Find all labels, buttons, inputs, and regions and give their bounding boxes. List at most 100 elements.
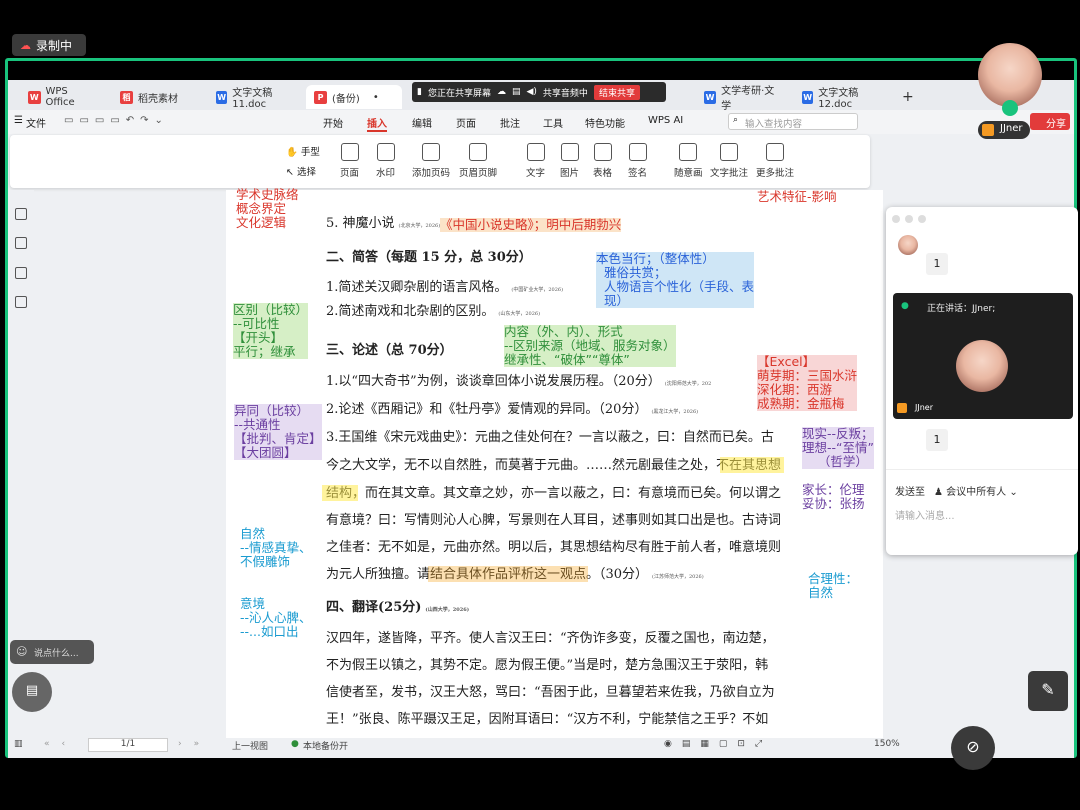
backup-status[interactable]: 本地备份开 [303, 739, 348, 752]
screen-share-bar: ▮ 您正在共享屏幕 ☁ ▤ ◀) 共享音频中 结束共享 [412, 82, 666, 102]
tab-backup[interactable]: P (备份) • [306, 85, 402, 109]
thumbnail-icon[interactable] [15, 237, 27, 249]
prev-view-button[interactable]: 上一视图 [232, 739, 268, 752]
speaking-label: 正在讲话：JJner; [927, 304, 996, 314]
freehand-button[interactable]: 随意画 [674, 143, 703, 179]
zoom-level[interactable]: 150% [874, 739, 900, 749]
document-page: 5. 神魔小说 (北京大学，2026) 二、简答（每题 15 分，总 30分） 1… [226, 190, 883, 740]
page-button[interactable]: 页面 [340, 143, 359, 179]
bookmark-icon[interactable] [15, 208, 27, 220]
menu-page[interactable]: 页面 [456, 115, 476, 130]
select-tool[interactable]: ↖ 选择 [286, 164, 316, 178]
new-tab-button[interactable]: + [894, 85, 920, 109]
speaker-avatar [956, 340, 1008, 392]
menu-bar: ☰ 文件 ▭▭▭▭↶↷⌄ 开始 插入 编辑 页面 批注 工具 特色功能 WPS … [8, 110, 1074, 134]
menu-tools[interactable]: 工具 [543, 115, 563, 130]
signature-icon [628, 143, 647, 161]
doc-line: 汉四年，遂皆降，平齐。使人言汉王曰：“齐伪诈多变，反覆之国也，南边楚， [326, 631, 775, 646]
annotation-note: 《中国小说史略》；明中后期勃兴 [440, 217, 622, 232]
word-doc-icon: W [802, 90, 814, 104]
page-nav-icons[interactable]: ›» [178, 739, 211, 749]
view-mode-icons[interactable]: ◉▤▦▢⊡⤢ [664, 739, 772, 749]
page-nav-icons[interactable]: «‹ [44, 739, 77, 749]
document-icon: ▤ [511, 87, 521, 97]
annotation-note: 内容（外、内）、形式 --区别来源（地域、服务对象） 继承性、“破体”“尊体” [504, 324, 676, 367]
word-doc-icon: W [704, 90, 717, 104]
share-button[interactable]: 分享 [1030, 113, 1070, 130]
highlight [720, 457, 784, 473]
pages-icon[interactable] [15, 296, 27, 308]
message-input[interactable]: 请输入消息... [895, 507, 955, 522]
comment-icon[interactable] [15, 267, 27, 279]
hamburger-icon[interactable]: ☰ [14, 115, 23, 126]
doc-line: 今之大文学，无不以自然胜，而莫著于元曲。……然元剧最佳之处，不在其思想 [326, 458, 782, 473]
status-bar: ▥ «‹ 1/1 ›» 上一视图 ● 本地备份开 ◉▤▦▢⊡⤢ 150% [8, 738, 1074, 754]
comment-icon [766, 143, 784, 161]
tab-doc11[interactable]: W 文字文稿11.doc [208, 85, 304, 110]
text-comment-icon [720, 143, 738, 161]
backup-status-icon: ● [291, 739, 299, 749]
mic-icon: ● [901, 301, 909, 311]
divider [886, 469, 1078, 470]
doc-line: 结构，而在其文章。其文章之妙，亦一言以蔽之，曰：有意境而已矣。何以谓之 [326, 486, 782, 501]
signature-button[interactable]: 签名 [628, 143, 647, 179]
section-heading: 四、翻译(25分) (山西大学，2026) [326, 600, 470, 615]
table-button[interactable]: 表格 [593, 143, 612, 179]
menu-edit[interactable]: 编辑 [412, 115, 432, 130]
menu-features[interactable]: 特色功能 [585, 115, 625, 130]
tab-wps-office[interactable]: W WPS Office [20, 85, 106, 109]
doc-line: 1.简述关汉卿杂剧的语言风格。 (中国矿业大学，2026) [326, 280, 564, 295]
layout-icon[interactable]: ▥ [14, 739, 23, 749]
pdf-icon: P [314, 90, 327, 104]
camera-name: JJner [915, 403, 933, 412]
search-input[interactable]: 输入查找内容 [728, 113, 858, 130]
watermark-button[interactable]: 水印 [376, 143, 395, 179]
menu-start[interactable]: 开始 [323, 115, 343, 130]
menu-wps-ai[interactable]: WPS AI [648, 115, 683, 126]
chevron-down-icon: ⌄ [1009, 487, 1018, 498]
hand-tool[interactable]: ✋ 手型 [286, 144, 320, 158]
send-to-label: 发送至 [895, 487, 925, 498]
annotation-note: 自然 --情感真挚、 不假雕饰 [240, 526, 312, 569]
page-input[interactable]: 1/1 [88, 738, 168, 752]
user-badge-icon [982, 124, 994, 136]
doc-line: 5. 神魔小说 (北京大学，2026) [326, 216, 441, 231]
menu-review[interactable]: 批注 [500, 115, 520, 130]
annotation-note: 本色当行；（整体性） 雅俗共赏； 人物语言个性化（手段、表 现） [596, 251, 754, 308]
page-number-button[interactable]: 添加页码 [412, 143, 450, 179]
mute-button[interactable]: ⊘ [951, 726, 995, 770]
chat-button[interactable]: ▤ [12, 672, 52, 712]
table-icon [593, 143, 612, 161]
end-share-button[interactable]: 结束共享 [593, 84, 640, 100]
tab-doc12[interactable]: W 文字文稿12.doc [794, 85, 890, 110]
doc-line: 有意境？曰：写情则沁人心脾，写景则在人耳目，述事则如其口出是也。古诗词 [326, 513, 782, 528]
cloud-icon: ☁ [20, 38, 31, 52]
doc-line: 王！”张良、陈平蹑汉王足，因附耳语曰：“汉方不利，宁能禁信之王乎？不如 [326, 712, 769, 727]
image-button[interactable]: 图片 [560, 143, 579, 179]
annotation-note: 合理性： 自然 [808, 571, 859, 600]
user-avatar[interactable] [978, 43, 1042, 107]
close-icon[interactable]: • [373, 92, 379, 103]
page-icon [340, 143, 359, 161]
watermark-icon [376, 143, 395, 161]
tab-docer[interactable]: 稻稻壳素材 [112, 85, 204, 109]
audience-select[interactable]: ♟ 会议中所有人 ⌄ [934, 483, 1018, 498]
user-badge-icon [897, 403, 907, 413]
video-tile: ● 正在讲话：JJner; JJner [893, 293, 1073, 419]
header-footer-button[interactable]: 页眉页脚 [459, 143, 497, 179]
text-button[interactable]: 文字 [526, 143, 545, 179]
more-comments-button[interactable]: 更多批注 [756, 143, 794, 179]
doc-line: 2.简述南戏和北杂剧的区别。 (山东大学，2026) [326, 304, 541, 319]
mic-icon[interactable] [1002, 100, 1018, 116]
quick-access-icons[interactable]: ▭▭▭▭↶↷⌄ [64, 115, 169, 126]
window-controls [892, 215, 926, 223]
docer-icon: 稻 [120, 90, 133, 104]
tab-wenxue[interactable]: W 文学考研·文学 [696, 85, 788, 112]
doc-line: 不为假王以镇之，其势不定。愿为假王便。”当是时，楚方急围汉王于荥阳，韩 [326, 658, 769, 673]
menu-file[interactable]: 文件 [26, 115, 46, 130]
menu-insert[interactable]: 插入 [367, 115, 387, 132]
annotate-button[interactable]: ✎ [1028, 671, 1068, 711]
text-comment-button[interactable]: 文字批注 [710, 143, 748, 179]
recording-indicator: ☁ 录制中 [12, 34, 86, 56]
image-icon [560, 143, 579, 161]
